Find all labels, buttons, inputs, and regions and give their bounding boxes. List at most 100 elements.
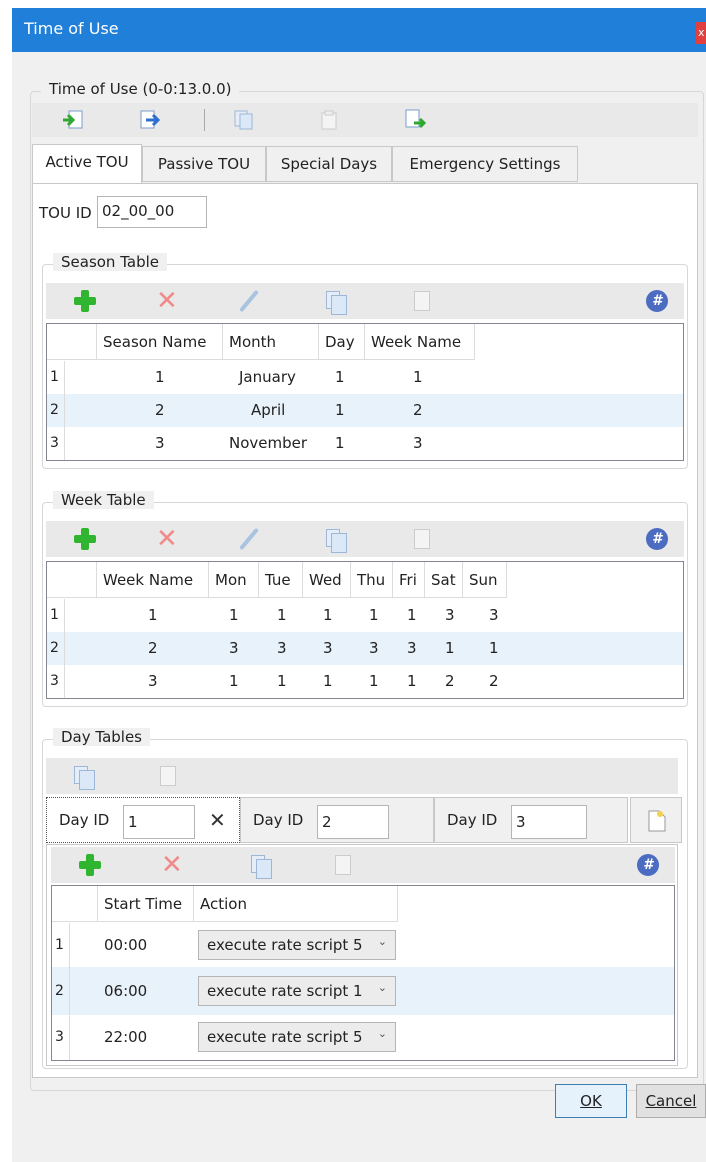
table-row[interactable]: 2 06:00 execute rate script 1 ⌄ <box>52 967 674 1015</box>
month-cell[interactable]: April <box>251 394 285 427</box>
tue-cell[interactable]: 1 <box>277 665 287 698</box>
sat-cell[interactable]: 1 <box>445 632 455 665</box>
day-cell[interactable]: 1 <box>335 361 345 394</box>
column-header-sat[interactable]: Sat <box>425 562 463 598</box>
wed-cell[interactable]: 3 <box>323 632 333 665</box>
table-row[interactable]: 2 2 April 1 2 <box>47 394 683 427</box>
table-row[interactable]: 3 22:00 execute rate script 5 ⌄ <box>52 1015 674 1060</box>
thu-cell[interactable]: 1 <box>369 599 379 632</box>
paste-icon[interactable] <box>414 529 430 549</box>
tab-emergency-settings[interactable]: Emergency Settings <box>392 146 578 182</box>
thu-cell[interactable]: 3 <box>369 632 379 665</box>
import-icon[interactable] <box>62 110 84 134</box>
delete-row-icon[interactable]: ✕ <box>161 852 183 878</box>
column-header-season-name[interactable]: Season Name <box>97 324 223 360</box>
start-time-cell[interactable]: 22:00 <box>104 1015 147 1060</box>
tab-special-days[interactable]: Special Days <box>266 146 392 182</box>
remove-day-icon[interactable]: ✕ <box>209 808 226 832</box>
column-header-wed[interactable]: Wed <box>303 562 351 598</box>
day-id-tab-2[interactable]: Day ID 2 <box>240 797 434 843</box>
column-header-action[interactable]: Action <box>194 886 398 922</box>
table-row[interactable]: 3 3 1 1 1 1 1 2 2 <box>47 665 683 698</box>
column-header-mon[interactable]: Mon <box>209 562 259 598</box>
column-header-month[interactable]: Month <box>223 324 319 360</box>
thu-cell[interactable]: 1 <box>369 665 379 698</box>
wed-cell[interactable]: 1 <box>323 599 333 632</box>
export-icon[interactable] <box>140 110 162 134</box>
week-name-cell[interactable]: 2 <box>148 632 158 665</box>
day-id-field[interactable]: 1 <box>123 805 195 839</box>
fri-cell[interactable]: 1 <box>407 665 417 698</box>
edit-icon[interactable] <box>239 527 259 551</box>
tab-passive-tou[interactable]: Passive TOU <box>142 146 266 182</box>
week-name-cell[interactable]: 3 <box>413 427 423 460</box>
paste-icon[interactable] <box>160 766 176 786</box>
day-cell[interactable]: 1 <box>335 394 345 427</box>
numbering-icon[interactable]: # <box>637 854 659 876</box>
paste-icon[interactable] <box>414 291 430 311</box>
table-row[interactable]: 2 2 3 3 3 3 3 1 1 <box>47 632 683 665</box>
delete-row-icon[interactable]: ✕ <box>156 526 178 552</box>
day-id-field[interactable]: 2 <box>317 805 389 839</box>
sat-cell[interactable]: 2 <box>445 665 455 698</box>
week-name-cell[interactable]: 1 <box>148 599 158 632</box>
paste-icon[interactable] <box>335 855 351 875</box>
month-cell[interactable]: November <box>229 427 307 460</box>
season-name-cell[interactable]: 3 <box>155 427 165 460</box>
start-time-cell[interactable]: 00:00 <box>104 923 147 967</box>
delete-row-icon[interactable]: ✕ <box>156 288 178 314</box>
fri-cell[interactable]: 3 <box>407 632 417 665</box>
day-id-field[interactable]: 3 <box>511 805 587 839</box>
table-row[interactable]: 1 1 January 1 1 <box>47 361 683 394</box>
copy-icon[interactable] <box>326 291 347 315</box>
table-row[interactable]: 1 00:00 execute rate script 5 ⌄ <box>52 923 674 967</box>
ok-button[interactable]: OK <box>555 1084 627 1118</box>
close-button[interactable]: x <box>696 22 706 44</box>
column-header-week-name[interactable]: Week Name <box>97 562 209 598</box>
paste-icon[interactable] <box>320 110 340 134</box>
action-dropdown[interactable]: execute rate script 5 ⌄ <box>198 930 396 960</box>
copy-icon[interactable] <box>326 529 347 553</box>
mon-cell[interactable]: 3 <box>229 632 239 665</box>
new-day-button[interactable] <box>630 797 682 843</box>
table-row[interactable]: 3 3 November 1 3 <box>47 427 683 460</box>
sun-cell[interactable]: 1 <box>489 632 499 665</box>
add-row-icon[interactable] <box>74 528 96 550</box>
season-name-cell[interactable]: 2 <box>155 394 165 427</box>
save-to-file-icon[interactable] <box>404 109 428 135</box>
sat-cell[interactable]: 3 <box>445 599 455 632</box>
tue-cell[interactable]: 1 <box>277 599 287 632</box>
mon-cell[interactable]: 1 <box>229 665 239 698</box>
cancel-button[interactable]: Cancel <box>636 1084 706 1118</box>
column-header-week-name[interactable]: Week Name <box>365 324 475 360</box>
copy-icon[interactable] <box>74 766 95 790</box>
numbering-icon[interactable]: # <box>646 528 668 550</box>
copy-icon[interactable] <box>251 855 272 879</box>
tue-cell[interactable]: 3 <box>277 632 287 665</box>
week-name-cell[interactable]: 2 <box>413 394 423 427</box>
column-header-day[interactable]: Day <box>319 324 365 360</box>
day-id-tab-1[interactable]: Day ID 1 ✕ <box>46 797 240 843</box>
week-name-cell[interactable]: 3 <box>148 665 158 698</box>
copy-icon[interactable] <box>234 110 254 134</box>
day-id-tab-3[interactable]: Day ID 3 <box>434 797 628 843</box>
add-row-icon[interactable] <box>79 854 101 876</box>
tou-id-field[interactable]: 02_00_00 <box>97 196 207 228</box>
day-cell[interactable]: 1 <box>335 427 345 460</box>
action-dropdown[interactable]: execute rate script 1 ⌄ <box>198 976 396 1006</box>
column-header-fri[interactable]: Fri <box>393 562 425 598</box>
season-name-cell[interactable]: 1 <box>155 361 165 394</box>
column-header-thu[interactable]: Thu <box>351 562 393 598</box>
add-row-icon[interactable] <box>74 290 96 312</box>
sun-cell[interactable]: 3 <box>489 599 499 632</box>
table-row[interactable]: 1 1 1 1 1 1 1 3 3 <box>47 599 683 632</box>
fri-cell[interactable]: 1 <box>407 599 417 632</box>
column-header-start-time[interactable]: Start Time <box>98 886 194 922</box>
sun-cell[interactable]: 2 <box>489 665 499 698</box>
action-dropdown[interactable]: execute rate script 5 ⌄ <box>198 1022 396 1052</box>
start-time-cell[interactable]: 06:00 <box>104 967 147 1015</box>
month-cell[interactable]: January <box>239 361 296 394</box>
edit-icon[interactable] <box>239 289 259 313</box>
column-header-sun[interactable]: Sun <box>463 562 507 598</box>
mon-cell[interactable]: 1 <box>229 599 239 632</box>
